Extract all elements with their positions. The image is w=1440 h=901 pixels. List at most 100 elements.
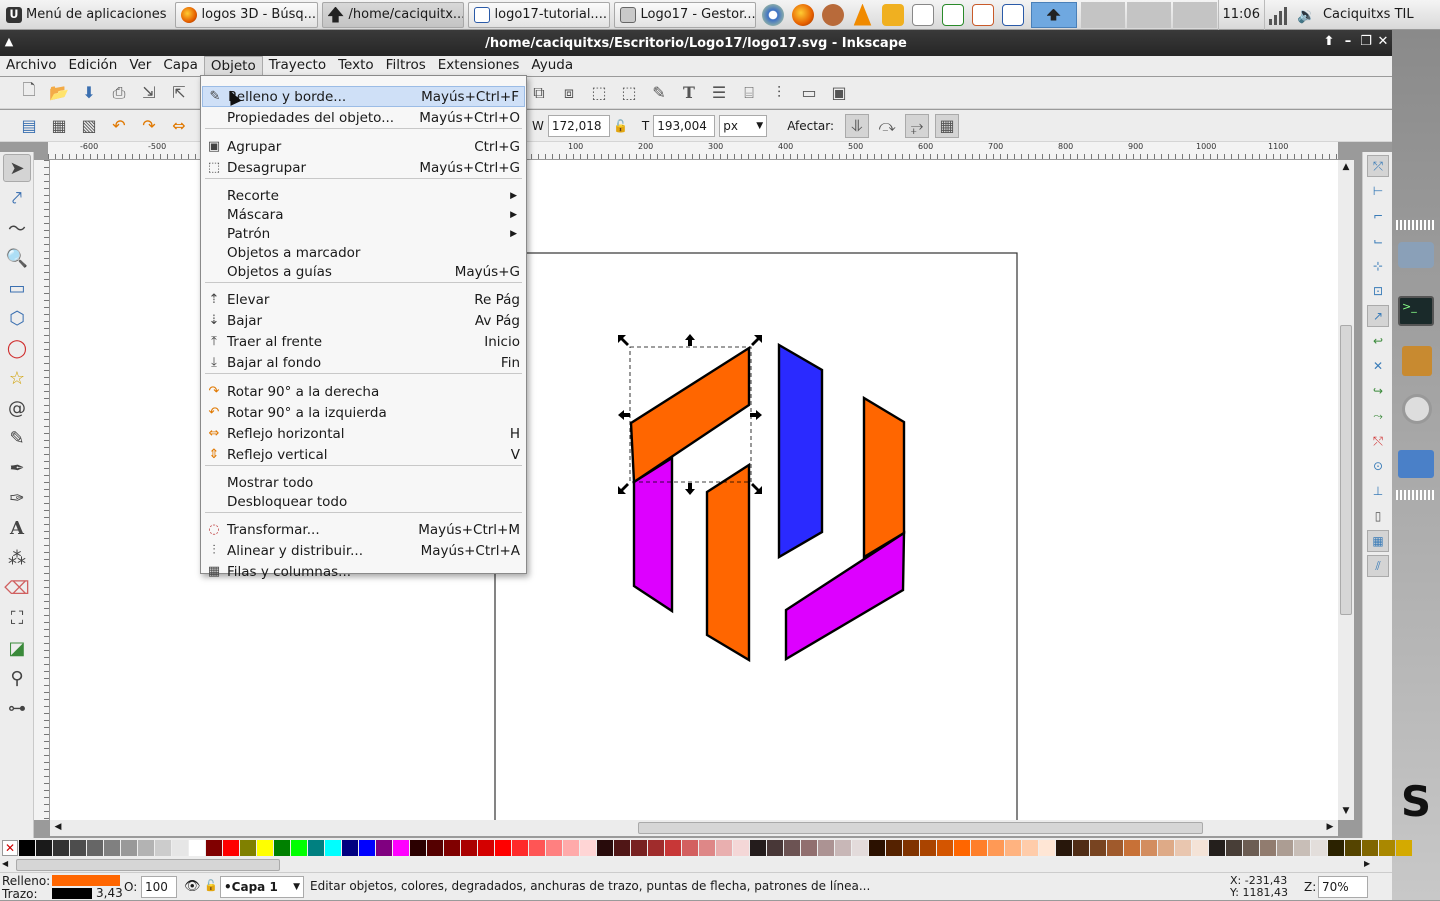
color-swatch[interactable] [104,840,120,856]
color-swatch[interactable] [1294,840,1310,856]
rectangle-tool-icon[interactable]: ▭ [3,274,31,302]
color-swatch[interactable] [835,840,851,856]
snap-text-baseline-icon[interactable]: ⊥ [1367,480,1389,502]
no-color-swatch[interactable]: ✕ [2,840,18,856]
menu-item-elevar[interactable]: ⇡ Elevar Re Pág [202,289,525,310]
color-swatch[interactable] [971,840,987,856]
scale-corners-icon[interactable]: ⤼ [875,114,899,138]
rotate-ccw-icon[interactable]: ↶ [107,114,131,138]
zoom-field[interactable]: 70% [1318,876,1368,898]
applications-menu-button[interactable]: ᑌ Menú de aplicaciones [0,0,173,30]
menu-trayecto[interactable]: Trayecto [263,56,332,76]
menu-item-rotar-90-a-la-derecha[interactable]: ↷ Rotar 90° a la derecha [202,381,525,402]
menu-filtros[interactable]: Filtros [380,56,432,76]
group-icon[interactable]: ⬚ [587,81,611,105]
text-editor-icon[interactable] [911,3,934,26]
tweak-tool-icon[interactable]: 〜 [3,214,31,242]
folder-icon[interactable] [1398,450,1434,478]
menu-item-mostrar-todo[interactable]: Mostrar todo [202,472,525,493]
color-swatch[interactable] [716,840,732,856]
color-swatch[interactable] [444,840,460,856]
logo-orange-right[interactable] [862,395,906,560]
vlc-icon[interactable] [853,3,872,26]
open-icon[interactable]: 📂 [47,81,71,105]
selector-tool-icon[interactable]: ➤ [3,154,31,182]
spray-tool-icon[interactable]: ⁂ [3,544,31,572]
dropper-tool-icon[interactable]: ⚲ [3,664,31,692]
unit-select[interactable]: px ▼ [719,114,768,137]
snap-enable-icon[interactable]: ⤱ [1367,155,1389,177]
inkscape-icon[interactable]: ▲ [2,34,16,48]
menu-ayuda[interactable]: Ayuda [525,56,579,76]
color-swatch[interactable] [580,840,596,856]
menu-item-alinear-y-distribuir[interactable]: ⫶ Alinear y distribuir... Mayús+Ctrl+A [202,540,525,561]
snap-bbox-edge-icon[interactable]: ⌐ [1367,205,1389,227]
text-tool-icon[interactable]: A [3,514,31,542]
color-swatch[interactable] [631,840,647,856]
3d-box-tool-icon[interactable]: ⬡ [3,304,31,332]
menu-item-objetos-a-marcador[interactable]: Objetos a marcador [202,242,525,263]
color-swatch[interactable] [903,840,919,856]
star-tool-icon[interactable]: ☆ [3,364,31,392]
color-swatch[interactable] [495,840,511,856]
color-swatch[interactable] [53,840,69,856]
color-swatch[interactable] [1379,840,1395,856]
color-swatch[interactable] [1396,840,1412,856]
color-swatch[interactable] [1175,840,1191,856]
color-swatch[interactable] [1345,840,1361,856]
snap-rotation-center-icon[interactable]: ⊙ [1367,455,1389,477]
workspace-4[interactable] [1172,1,1217,28]
color-swatch[interactable] [648,840,664,856]
connector-tool-icon[interactable]: ⊶ [3,694,31,722]
logo-purple-left[interactable] [632,455,674,614]
pencil-app-icon[interactable] [881,3,904,26]
color-swatch[interactable] [121,840,137,856]
menu-item-bajar-al-fondo[interactable]: ⤓ Bajar al fondo Fin [202,352,525,373]
menu-item-propiedades-del-objeto[interactable]: Propiedades del objeto... Mayús+Ctrl+O [202,107,525,128]
menu-item-transformar[interactable]: ◌ Transformar... Mayús+Ctrl+M [202,519,525,540]
color-swatch[interactable] [699,840,715,856]
color-swatch[interactable] [1056,840,1072,856]
color-swatch[interactable] [886,840,902,856]
color-swatch[interactable] [1141,840,1157,856]
snap-intersection-icon[interactable]: ✕ [1367,355,1389,377]
color-swatch[interactable] [1277,840,1293,856]
color-swatch[interactable] [988,840,1004,856]
pen-tool-icon[interactable]: ✒ [3,454,31,482]
vertical-scrollbar[interactable]: ▲ ▼ [1338,160,1354,820]
menu-item-bajar[interactable]: ⇣ Bajar Av Pág [202,310,525,331]
color-swatch[interactable] [1328,840,1344,856]
layers-icon[interactable]: ☰ [707,81,731,105]
zoom-tool-icon[interactable]: 🔍 [3,244,31,272]
color-swatch[interactable] [563,840,579,856]
layer-lock-icon[interactable]: 🔓 [204,879,218,892]
color-swatch[interactable] [155,840,171,856]
menu-item-reflejo-vertical[interactable]: ⇕ Reflejo vertical V [202,444,525,465]
color-swatch[interactable] [206,840,222,856]
color-swatch[interactable] [750,840,766,856]
color-swatch[interactable] [1022,840,1038,856]
menu-ver[interactable]: Ver [123,56,157,76]
color-swatch[interactable] [393,840,409,856]
height-field[interactable]: 193,004 [653,114,716,137]
color-swatch[interactable] [1243,840,1259,856]
color-swatch[interactable] [954,840,970,856]
color-swatch[interactable] [1073,840,1089,856]
snap-path-icon[interactable]: ↩ [1367,330,1389,352]
horizontal-scrollbar[interactable]: ◀ ▶ [50,820,1338,836]
color-swatch[interactable] [614,840,630,856]
horizontal-scroll-thumb[interactable] [638,822,1203,834]
scroll-up-icon[interactable]: ▲ [1340,162,1352,174]
xml-editor-icon[interactable]: ⌸ [737,81,761,105]
menu-item-desagrupar[interactable]: ⬚ Desagrupar Mayús+Ctrl+G [202,157,525,178]
fill-indicator[interactable] [52,875,120,886]
menu-item-objetos-a-guías[interactable]: Objetos a guías Mayús+G [202,261,525,282]
layer-select[interactable]: •Capa 1 ▼ [220,876,304,898]
color-swatch[interactable] [36,840,52,856]
color-swatch[interactable] [1192,840,1208,856]
terminal-icon[interactable]: >_ [1398,296,1434,326]
color-swatch[interactable] [138,840,154,856]
color-swatch[interactable] [937,840,953,856]
color-swatch[interactable] [801,840,817,856]
color-swatch[interactable] [767,840,783,856]
